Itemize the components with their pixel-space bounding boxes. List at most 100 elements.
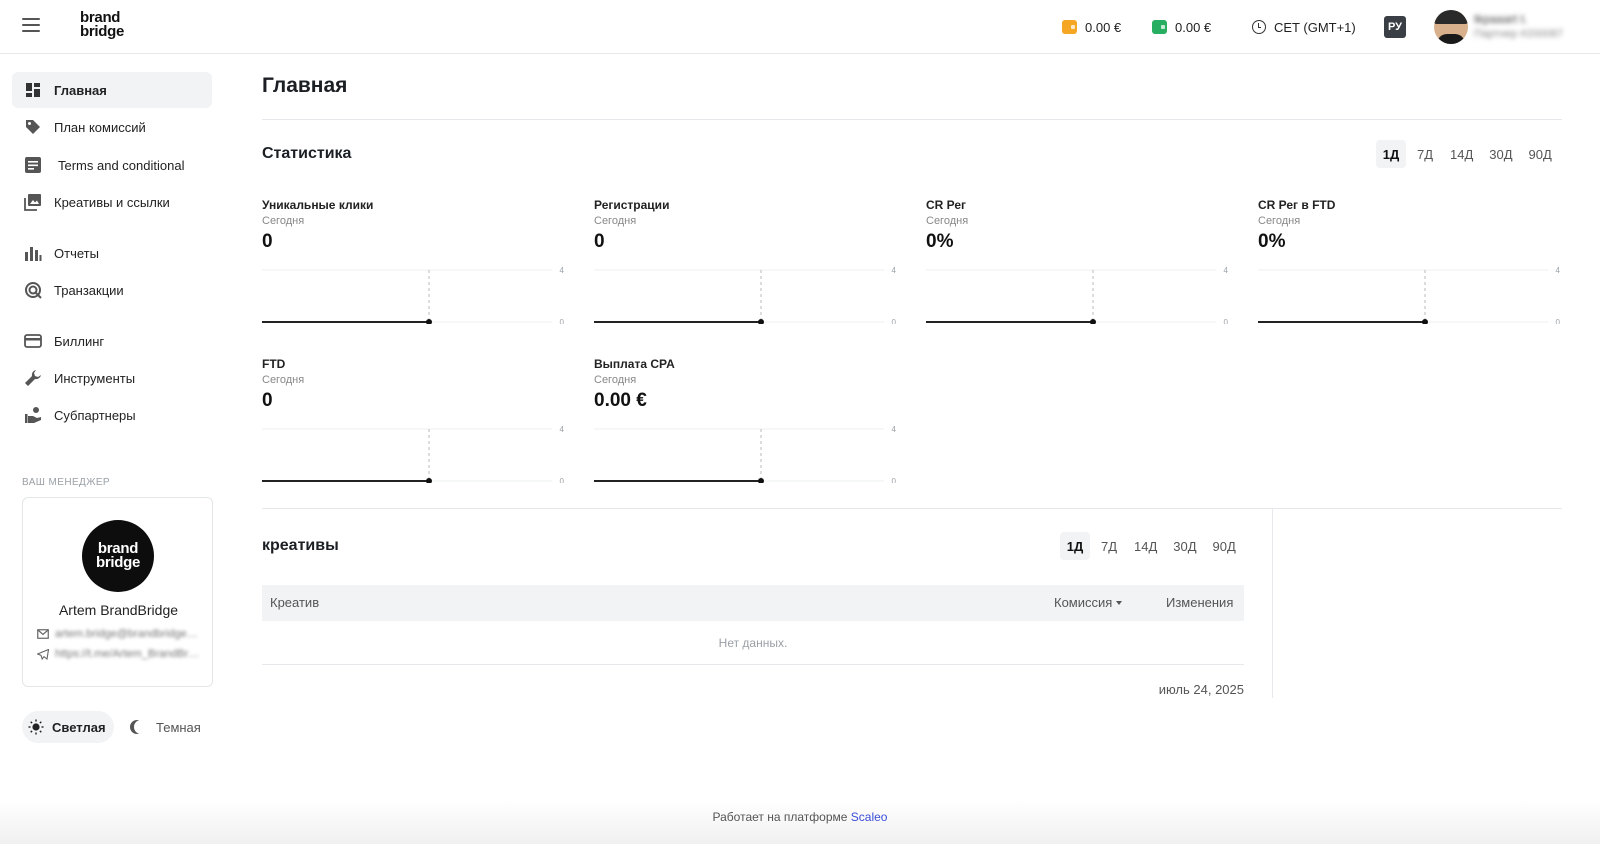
y-tick-max: 4 bbox=[1224, 266, 1229, 275]
period-7d[interactable]: 7Д bbox=[1410, 140, 1440, 168]
sidebar-item-commissions[interactable]: План комиссий bbox=[12, 109, 212, 145]
kpi-label: CR Рег в FTD bbox=[1258, 198, 1336, 212]
footer-text: Работает на платформе bbox=[712, 810, 851, 824]
sidebar-item-billing[interactable]: Биллинг bbox=[12, 323, 212, 359]
column-changes[interactable]: Изменения bbox=[1166, 595, 1233, 610]
wallet-icon bbox=[1152, 20, 1167, 34]
theme-light-button[interactable]: Светлая bbox=[22, 711, 114, 743]
period-1d[interactable]: 1Д bbox=[1376, 140, 1406, 168]
kpi-label: CR Рег bbox=[926, 198, 967, 212]
sidebar-item-reports[interactable]: Отчеты bbox=[12, 235, 212, 271]
y-tick-min: 0 bbox=[560, 477, 565, 483]
language-switch[interactable]: РУ bbox=[1384, 16, 1406, 38]
period-7d[interactable]: 7Д bbox=[1094, 532, 1124, 560]
manager-logo-line2: bridge bbox=[95, 554, 141, 571]
y-tick-max: 4 bbox=[892, 266, 897, 275]
sidebar-item-subpartners[interactable]: Субпартнеры bbox=[12, 397, 212, 433]
kpi-label: Выплата CPA bbox=[594, 357, 675, 371]
sidebar-item-label: Главная bbox=[54, 82, 107, 98]
manager-telegram[interactable]: https://t.me/Artem_BrandBridge bbox=[37, 648, 207, 660]
sun-icon bbox=[28, 719, 44, 735]
kpi-label: Уникальные клики bbox=[262, 198, 374, 212]
series-point[interactable] bbox=[1422, 319, 1428, 324]
footer-link[interactable]: Scaleo bbox=[851, 810, 888, 824]
series-point[interactable] bbox=[1090, 319, 1096, 324]
theme-dark-label: Темная bbox=[156, 719, 201, 735]
divider bbox=[262, 119, 1562, 120]
theme-light-label: Светлая bbox=[52, 719, 106, 735]
stats-title: Статистика bbox=[262, 145, 352, 162]
creatives-period-selector: 1Д 7Д 14Д 30Д 90Д bbox=[1060, 532, 1242, 560]
period-90d[interactable]: 90Д bbox=[1523, 140, 1558, 168]
moon-icon bbox=[134, 720, 148, 734]
sidebar-item-tools[interactable]: Инструменты bbox=[12, 360, 212, 396]
kpi-card: Выплата CPA Сегодня 0.00 €4 0 bbox=[594, 357, 904, 502]
sidebar-item-creatives[interactable]: Креативы и ссылки bbox=[12, 184, 212, 220]
document-icon bbox=[24, 156, 42, 174]
manager-name: Artem BrandBridge bbox=[58, 602, 179, 618]
brand-logo[interactable]: brand bridge bbox=[80, 10, 125, 40]
sidebar-item-label: Креативы и ссылки bbox=[54, 194, 170, 210]
sort-caret-icon bbox=[1116, 600, 1123, 605]
y-tick-max: 4 bbox=[1556, 266, 1561, 275]
timezone-selector[interactable]: CET (GMT+1) bbox=[1252, 18, 1356, 36]
sidebar-item-label: Terms and conditional bbox=[58, 157, 185, 173]
balance-1-value: 0.00 € bbox=[1085, 19, 1122, 35]
manager-email-text: artem.bridge@brandbridge.com bbox=[55, 628, 200, 640]
sidebar-item-label: Биллинг bbox=[54, 333, 105, 349]
kpi-period: Сегодня bbox=[594, 215, 637, 227]
period-90d[interactable]: 90Д bbox=[1207, 532, 1242, 560]
y-tick-min: 0 bbox=[1224, 318, 1229, 324]
clock-icon bbox=[1252, 20, 1266, 34]
period-14d[interactable]: 14Д bbox=[1444, 140, 1479, 168]
mail-icon bbox=[37, 629, 49, 639]
period-1d[interactable]: 1Д bbox=[1060, 532, 1090, 560]
user-info[interactable]: tkpaaart t. Партнер #200087 bbox=[1474, 12, 1563, 40]
manager-logo: brand bridge bbox=[82, 520, 154, 592]
creatives-table-header: Креатив Комиссия Изменения bbox=[262, 585, 1244, 621]
page-title: Главная bbox=[262, 74, 348, 97]
balance-1[interactable]: 0.00 € bbox=[1062, 18, 1121, 36]
sidebar-item-label: Отчеты bbox=[54, 245, 99, 261]
sidebar-item-terms[interactable]: Terms and conditional bbox=[12, 147, 212, 183]
y-tick-min: 0 bbox=[1556, 318, 1561, 324]
series-point[interactable] bbox=[758, 319, 764, 324]
theme-dark-button[interactable]: Темная bbox=[128, 711, 201, 743]
sidebar-item-home[interactable]: Главная bbox=[12, 72, 212, 108]
series-point[interactable] bbox=[758, 478, 764, 483]
column-commission[interactable]: Комиссия bbox=[1054, 595, 1123, 610]
telegram-icon bbox=[37, 648, 49, 660]
kpi-sparkline: 40 bbox=[1258, 266, 1561, 324]
sidebar-item-transactions[interactable]: Транзакции bbox=[12, 272, 212, 308]
wrench-icon bbox=[24, 369, 42, 387]
kpi-period: Сегодня bbox=[594, 374, 637, 386]
kpi-sparkline: 40 bbox=[262, 425, 565, 483]
menu-icon[interactable] bbox=[22, 18, 40, 32]
manager-telegram-text: https://t.me/Artem_BrandBridge bbox=[55, 648, 200, 660]
images-icon bbox=[24, 193, 42, 211]
balance-2[interactable]: 0.00 € bbox=[1152, 18, 1211, 36]
avatar[interactable] bbox=[1434, 10, 1468, 44]
series-point[interactable] bbox=[426, 478, 432, 483]
kpi-card: CR Рег Сегодня 0% 4 0 bbox=[926, 198, 1236, 343]
series-point[interactable] bbox=[426, 319, 432, 324]
kpi-card: CR Рег в FTD Сегодня 0% 4 0 bbox=[1258, 198, 1568, 343]
kpi-sparkline: 40 bbox=[594, 266, 897, 324]
user-name: tkpaaart t. bbox=[1474, 12, 1528, 26]
tag-icon bbox=[24, 118, 42, 136]
manager-email[interactable]: artem.bridge@brandbridge.com bbox=[37, 628, 207, 640]
kpi-period: Сегодня bbox=[926, 215, 969, 227]
period-14d[interactable]: 14Д bbox=[1128, 532, 1163, 560]
period-30d[interactable]: 30Д bbox=[1483, 140, 1518, 168]
period-30d[interactable]: 30Д bbox=[1167, 532, 1202, 560]
y-tick-max: 4 bbox=[560, 266, 565, 275]
kpi-period: Сегодня bbox=[262, 215, 305, 227]
divider-vertical bbox=[1272, 508, 1273, 698]
top-header: brand bridge 0.00 € 0.00 € CET (GMT+1) Р… bbox=[0, 0, 1600, 54]
kpi-value: 0% bbox=[926, 231, 954, 252]
logo-line2: bridge bbox=[80, 23, 125, 40]
y-tick-min: 0 bbox=[560, 318, 565, 324]
table-date: июль 24, 2025 bbox=[1158, 682, 1244, 697]
column-creative[interactable]: Креатив bbox=[270, 595, 319, 610]
kpi-value: 0 bbox=[262, 390, 273, 411]
